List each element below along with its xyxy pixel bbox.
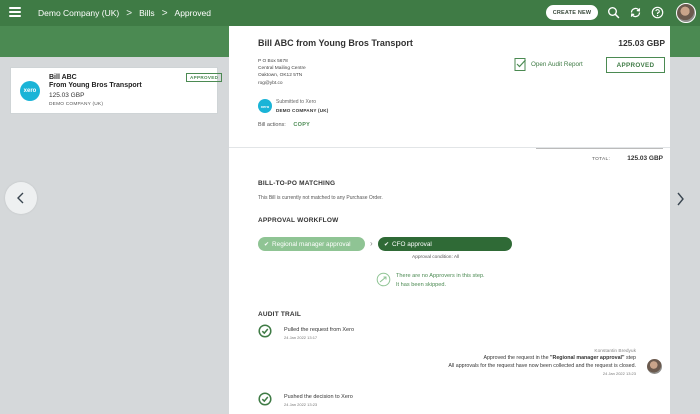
audit-report-icon [514,58,526,71]
xero-icon: xero [258,99,272,113]
check-circle-icon [258,324,272,338]
approved-status-button[interactable]: APPROVED [606,57,665,73]
approval-workflow-title: APPROVAL WORKFLOW [258,217,339,224]
address-email: rog@ybt.co [258,80,283,86]
address-line: Oaktown, OK12 5TN [258,73,303,79]
bill-list-title-line1: Bill ABC [49,74,77,81]
audit-entry-date: 24 Jan 2022 13:17 [284,335,318,340]
workflow-step-label: CFO approval [392,240,432,248]
audit-entry-line2: All approvals for the request have now b… [448,363,636,370]
user-avatar[interactable] [676,3,696,23]
workflow-step-regional[interactable]: ✔ Regional manager approval [258,237,365,251]
breadcrumb-separator: > [126,7,133,19]
address-line: Central Mailing Centre [258,66,306,72]
chevron-right-icon: › [370,239,373,248]
total-value: 125.03 GBP [627,155,663,162]
xero-logo-icon: xero [20,81,40,101]
no-approvers-line: There are no Approvers in this step. [396,273,485,279]
workflow-step-cfo[interactable]: ✔ CFO approval [378,237,512,251]
skipped-step-icon [376,272,391,287]
audit-entry-text: Pulled the request from Xero [284,327,355,333]
audit-entry-approval: Konstantin Bredyuk Approved the request … [448,349,636,376]
address-line: P O Box 5678 [258,59,288,64]
top-bar: Demo Company (UK) > Bills > Approved CRE… [0,0,700,26]
no-approvers-notice: There are no Approvers in this step. It … [376,272,485,290]
total-divider [536,148,663,149]
po-matching-note: This Bill is currently not matched to an… [258,195,383,201]
audit-entry-text: step [624,355,636,361]
audit-entry: Pulled the request from Xero 24 Jan 2022… [284,327,354,340]
audit-trail-title: AUDIT TRAIL [258,311,301,318]
check-icon: ✔ [384,241,390,248]
bill-list-company: DEMO COMPANY (UK) [49,102,104,107]
bill-amount: 125.03 GBP [618,38,665,48]
create-new-button[interactable]: CREATE NEW [546,5,598,20]
submitted-company: DEMO COMPANY (UK) [276,108,329,113]
breadcrumb-approved[interactable]: Approved [175,8,211,18]
total-label: TOTAL: [592,157,611,162]
breadcrumb-separator: > [161,7,168,19]
approval-condition: Approval condition: All [412,255,460,260]
submitted-to-label: Submitted to Xero [276,99,317,105]
breadcrumb: Demo Company (UK) > Bills > Approved [38,0,211,26]
breadcrumb-company[interactable]: Demo Company (UK) [38,8,119,18]
audit-link-label: Open Audit Report [531,61,583,68]
search-icon[interactable] [607,6,620,19]
breadcrumb-bills[interactable]: Bills [139,8,155,18]
check-icon: ✔ [264,241,270,248]
bill-list-title: Bill ABC From Young Bros Transport [49,74,142,90]
bill-list-item[interactable]: xero Bill ABC From Young Bros Transport … [10,67,223,114]
copy-button[interactable]: COPY [293,122,310,128]
audit-entry-date: 24 Jan 2022 13:23 [284,402,318,407]
skipped-line: It has been skipped. [396,282,447,288]
supplier-address: P O Box 5678 Central Mailing Centre Oakt… [258,58,306,87]
next-button[interactable] [672,188,688,210]
menu-icon[interactable] [9,7,21,17]
audit-entry-date: 24 Jan 2022 13:23 [602,370,636,376]
bill-list-title-line2: From Young Bros Transport [49,82,142,89]
bill-title: Bill ABC from Young Bros Transport [258,38,413,48]
status-badge: APPROVED [186,73,223,82]
chevron-left-icon [17,192,24,204]
bill-actions: Bill actions: COPY [258,122,310,128]
audit-entry-text: Approved the request in the [483,355,551,361]
help-icon[interactable] [651,6,664,19]
bill-actions-label: Bill actions: [258,122,286,128]
chevron-right-icon [677,192,684,206]
po-matching-title: BILL-TO-PO MATCHING [258,180,336,187]
open-audit-report-link[interactable]: Open Audit Report [514,57,583,72]
audit-entry: Pushed the decision to Xero 24 Jan 2022 … [284,394,353,407]
workflow-step-label: Regional manager approval [272,240,351,248]
bill-list-amount: 125.03 GBP [49,92,85,99]
audit-step-name: "Regional manager approval" [550,355,625,361]
bill-detail-panel: Bill ABC from Young Bros Transport 125.0… [229,26,670,414]
avatar [647,359,662,374]
audit-entry-line1: Approved the request in the "Regional ma… [448,354,636,362]
check-circle-icon [258,392,272,406]
audit-entry-text: Pushed the decision to Xero [284,394,353,400]
sync-icon[interactable] [629,6,642,19]
previous-button[interactable] [5,182,37,214]
